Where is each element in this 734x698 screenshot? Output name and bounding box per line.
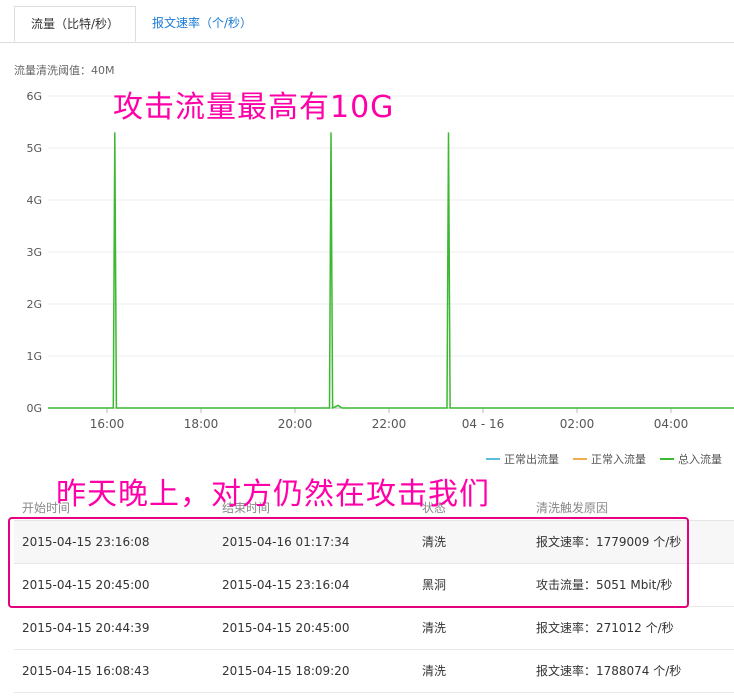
- series-line-total-in: [48, 132, 734, 410]
- cell-status: 清洗: [422, 621, 447, 635]
- chart-grid: [48, 95, 734, 409]
- x-tick-label: 20:00: [278, 417, 313, 431]
- annotation-peak: 攻击流量最高有10G: [113, 90, 395, 125]
- cell-end-time: 2015-04-15 20:45:00: [222, 621, 350, 635]
- y-tick-label: 5G: [26, 142, 42, 155]
- table-row: 2015-04-15 20:45:00 2015-04-15 23:16:04 …: [14, 564, 734, 607]
- legend-swatch: [486, 458, 500, 460]
- cell-status: 黑洞: [422, 578, 447, 592]
- cell-start-time: 2015-04-15 20:45:00: [22, 578, 150, 592]
- x-tick-label: 22:00: [372, 417, 407, 431]
- y-tick-label: 1G: [26, 350, 42, 363]
- legend-swatch: [573, 458, 587, 460]
- cell-reason: 攻击流量：5051 Mbit/秒: [536, 578, 673, 592]
- cell-end-time: 2015-04-16 01:17:34: [222, 535, 350, 549]
- chart-series: [48, 132, 734, 410]
- cell-status: 清洗: [422, 664, 447, 678]
- y-tick-label: 4G: [26, 194, 42, 207]
- x-tick-label: 04:00: [654, 417, 689, 431]
- cell-start-time: 2015-04-15 20:44:39: [22, 621, 150, 635]
- cell-status: 清洗: [422, 535, 447, 549]
- events-table: 开始时间 结束时间 状态 清洗触发原因 2015-04-15 23:16:08 …: [14, 496, 734, 693]
- chart-legend: 正常出流量 正常入流量 总入流量: [486, 451, 722, 467]
- cell-reason: 报文速率：1779009 个/秒: [536, 535, 682, 549]
- annotation-last-night: 昨天晚上，对方仍然在攻击我们: [56, 477, 490, 512]
- legend-label: 正常出流量: [504, 453, 559, 466]
- legend-item-normal-in[interactable]: 正常入流量: [573, 451, 646, 467]
- cell-start-time: 2015-04-15 16:08:43: [22, 664, 150, 678]
- cell-reason: 报文速率：1788074 个/秒: [536, 664, 682, 678]
- legend-label: 总入流量: [678, 453, 722, 466]
- y-tick-label: 3G: [26, 246, 42, 259]
- x-tick-label: 16:00: [90, 417, 125, 431]
- legend-swatch: [660, 458, 674, 460]
- tab-traffic-bps[interactable]: 流量（比特/秒）: [14, 6, 136, 42]
- y-tick-label: 2G: [26, 298, 42, 311]
- cell-end-time: 2015-04-15 23:16:04: [222, 578, 350, 592]
- x-tick-label: 02:00: [560, 417, 595, 431]
- y-tick-label: 0G: [26, 402, 42, 415]
- tab-bar: 流量（比特/秒） 报文速率（个/秒）: [0, 0, 734, 43]
- x-tick-label: 04 - 16: [462, 417, 505, 431]
- y-axis-ticks: 0G 1G 2G 3G 4G 5G 6G: [26, 90, 42, 415]
- legend-label: 正常入流量: [591, 453, 646, 466]
- cell-reason: 报文速率：271012 个/秒: [536, 621, 674, 635]
- x-axis-ticks: 16:00 18:00 20:00 22:00 04 - 16 02:00 04:00: [90, 408, 689, 431]
- table-row: 2015-04-15 23:16:08 2015-04-16 01:17:34 …: [14, 521, 734, 564]
- threshold-label: 流量清洗阈值：40M: [14, 64, 115, 77]
- header-reason: 清洗触发原因: [536, 501, 609, 515]
- table-row: 2015-04-15 16:08:43 2015-04-15 18:09:20 …: [14, 650, 734, 693]
- x-tick-label: 18:00: [184, 417, 219, 431]
- tab-packet-rate[interactable]: 报文速率（个/秒）: [146, 6, 258, 42]
- table-row: 2015-04-15 20:44:39 2015-04-15 20:45:00 …: [14, 607, 734, 650]
- legend-item-normal-out[interactable]: 正常出流量: [486, 451, 559, 467]
- y-tick-label: 6G: [26, 90, 42, 103]
- cell-end-time: 2015-04-15 18:09:20: [222, 664, 350, 678]
- legend-item-total-in[interactable]: 总入流量: [660, 451, 722, 467]
- traffic-chart: 0G 1G 2G 3G 4G 5G 6G 16:00 18:00 20:00 22:00 04 - …: [26, 90, 734, 431]
- cell-start-time: 2015-04-15 23:16:08: [22, 535, 150, 549]
